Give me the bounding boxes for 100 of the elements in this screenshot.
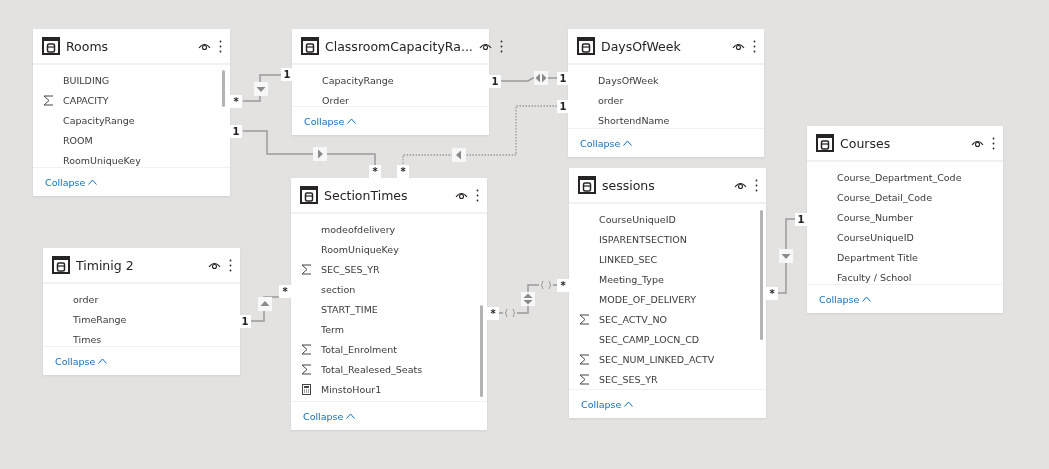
cardinality-label: 1 — [557, 100, 569, 113]
table-card[interactable]: Timinig 2 order TimeRange Times Collapse — [43, 248, 240, 375]
field-name[interactable]: DaysOfWeek — [598, 74, 659, 86]
field-name[interactable]: START_TIME — [321, 303, 378, 315]
sigma-icon — [579, 313, 590, 325]
field-name[interactable]: Course_Detail_Code — [837, 191, 932, 203]
relationship-line[interactable] — [498, 284, 558, 314]
field-name[interactable]: BUILDING — [63, 74, 110, 86]
field-name[interactable]: CourseUniqueID — [837, 231, 914, 243]
caret-icon — [346, 413, 356, 419]
table-icon — [42, 37, 60, 55]
field-name[interactable]: MODE_OF_DELIVERY — [599, 293, 697, 305]
field-name[interactable]: SEC_SES_YR — [321, 263, 380, 275]
table-name: SectionTimes — [324, 187, 409, 203]
field-name[interactable]: Times — [73, 333, 102, 345]
table-name: ClassroomCapacityRa... — [325, 38, 473, 54]
field-name[interactable]: ISPARENTSECTION — [599, 233, 687, 245]
field-name[interactable]: Order — [322, 94, 349, 106]
table-icon — [301, 37, 319, 55]
collapse-link[interactable]: Collapse — [581, 398, 634, 410]
field-name[interactable]: RoomUniqueKey — [321, 243, 399, 255]
caret-icon — [624, 401, 634, 407]
scrollbar[interactable] — [480, 305, 483, 397]
field-name[interactable]: SEC_CAMP_LOCN_CD — [599, 333, 700, 345]
table-name: Courses — [840, 135, 892, 151]
double-triangle-icon — [534, 71, 548, 85]
table-icon — [577, 37, 595, 55]
field-name[interactable]: section — [321, 283, 356, 295]
relationship-line[interactable] — [250, 296, 280, 322]
caret-icon — [98, 358, 108, 364]
field-name[interactable]: ROOM — [63, 134, 93, 146]
field-name[interactable]: CAPACITY — [63, 94, 109, 106]
sigma-icon — [301, 263, 312, 275]
field-name[interactable]: modeofdelivery — [321, 223, 396, 235]
field-name[interactable]: SEC_ACTV_NO — [599, 313, 668, 325]
table-card[interactable]: SectionTimes modeofdelivery RoomUniqueKey SEC_SES_YR section START_TIME Term Total_Enrolment Total_Realesed_Seats MinstoHour1 Collapse — [291, 178, 487, 430]
field-name[interactable]: order — [598, 94, 624, 106]
eye-icon[interactable] — [478, 41, 492, 51]
collapse-link[interactable]: Collapse — [45, 176, 98, 188]
eye-icon[interactable] — [971, 138, 984, 148]
more-options-icon[interactable] — [753, 39, 756, 53]
more-options-icon[interactable] — [499, 39, 503, 53]
field-name[interactable]: MinstoHour1 — [321, 383, 382, 395]
more-options-icon[interactable] — [992, 136, 995, 150]
field-name[interactable]: Total_Enrolment — [321, 343, 397, 355]
collapse-link[interactable]: Collapse — [580, 137, 633, 149]
eye-icon[interactable] — [734, 180, 747, 190]
more-options-icon[interactable] — [476, 188, 479, 202]
cardinality-label: * — [369, 165, 381, 178]
cardinality-label: * — [487, 307, 499, 320]
field-name[interactable]: Faculty / School — [837, 271, 912, 283]
field-name[interactable]: SEC_SES_YR — [599, 373, 658, 385]
field-name[interactable]: SEC_NUM_LINKED_ACTV — [599, 353, 715, 365]
relationship-line[interactable] — [500, 77, 558, 82]
more-options-icon[interactable] — [219, 39, 222, 53]
collapse-link[interactable]: Collapse — [55, 355, 108, 367]
cardinality-label: * — [557, 279, 569, 292]
more-options-icon[interactable] — [755, 178, 758, 192]
field-name[interactable]: CapacityRange — [322, 74, 394, 86]
cardinality-label: 1 — [230, 125, 242, 138]
sigma-icon — [579, 353, 590, 365]
table-card[interactable]: Courses Course_Department_Code Course_Detail_Code Course_Number CourseUniqueID Department Title Faculty / School Collapse — [807, 126, 1003, 313]
collapse-link[interactable]: Collapse — [304, 115, 357, 127]
table-card[interactable]: Rooms BUILDING CAPACITY CapacityRange ROOM RoomUniqueKey Collapse — [33, 29, 230, 196]
table-name: DaysOfWeek — [601, 38, 682, 54]
field-name[interactable]: Department Title — [837, 251, 918, 263]
eye-icon[interactable] — [208, 260, 221, 270]
cardinality-label: 1 — [489, 75, 501, 88]
cardinality-label: * — [766, 287, 778, 300]
table-icon — [816, 134, 834, 152]
field-name[interactable]: CourseUniqueID — [599, 213, 676, 225]
field-name[interactable]: LINKED_SEC — [599, 253, 658, 265]
scrollbar[interactable] — [760, 210, 763, 340]
table-name: Rooms — [66, 38, 110, 54]
caret-icon — [88, 179, 98, 185]
sigma-icon — [43, 94, 54, 106]
eye-icon[interactable] — [455, 190, 468, 200]
field-name[interactable]: Total_Realesed_Seats — [321, 363, 423, 375]
more-options-icon[interactable] — [229, 258, 232, 272]
scrollbar[interactable] — [222, 70, 225, 107]
field-name[interactable]: Course_Number — [837, 211, 914, 223]
cardinality-label: 1 — [239, 315, 251, 328]
field-name[interactable]: TimeRange — [73, 313, 127, 325]
table-icon — [578, 176, 596, 194]
field-name[interactable]: RoomUniqueKey — [63, 154, 141, 166]
field-name[interactable]: Term — [321, 323, 345, 335]
field-name[interactable]: CapacityRange — [63, 114, 135, 126]
table-card[interactable]: sessions CourseUniqueID ISPARENTSECTION LINKED_SEC Meeting_Type MODE_OF_DELIVERY SEC_ACTV_NO SEC_CAMP_LOCN_CD SEC_NUM_LINKED_ACTV SEC_SES_YR Collapse — [569, 168, 766, 418]
field-name[interactable]: Course_Department_Code — [837, 171, 962, 183]
field-name[interactable]: ShortendName — [598, 114, 670, 126]
eye-icon[interactable] — [732, 41, 745, 51]
collapse-link[interactable]: Collapse — [819, 293, 872, 305]
field-name[interactable]: Meeting_Type — [599, 273, 664, 285]
caret-icon — [347, 118, 357, 124]
eye-icon[interactable] — [198, 41, 211, 51]
field-name[interactable]: order — [73, 293, 99, 305]
cardinality-label: 1 — [281, 68, 293, 81]
table-card[interactable]: DaysOfWeek DaysOfWeek order ShortendName Collapse — [568, 29, 764, 157]
collapse-link[interactable]: Collapse — [303, 410, 356, 422]
table-name: sessions — [602, 177, 656, 193]
